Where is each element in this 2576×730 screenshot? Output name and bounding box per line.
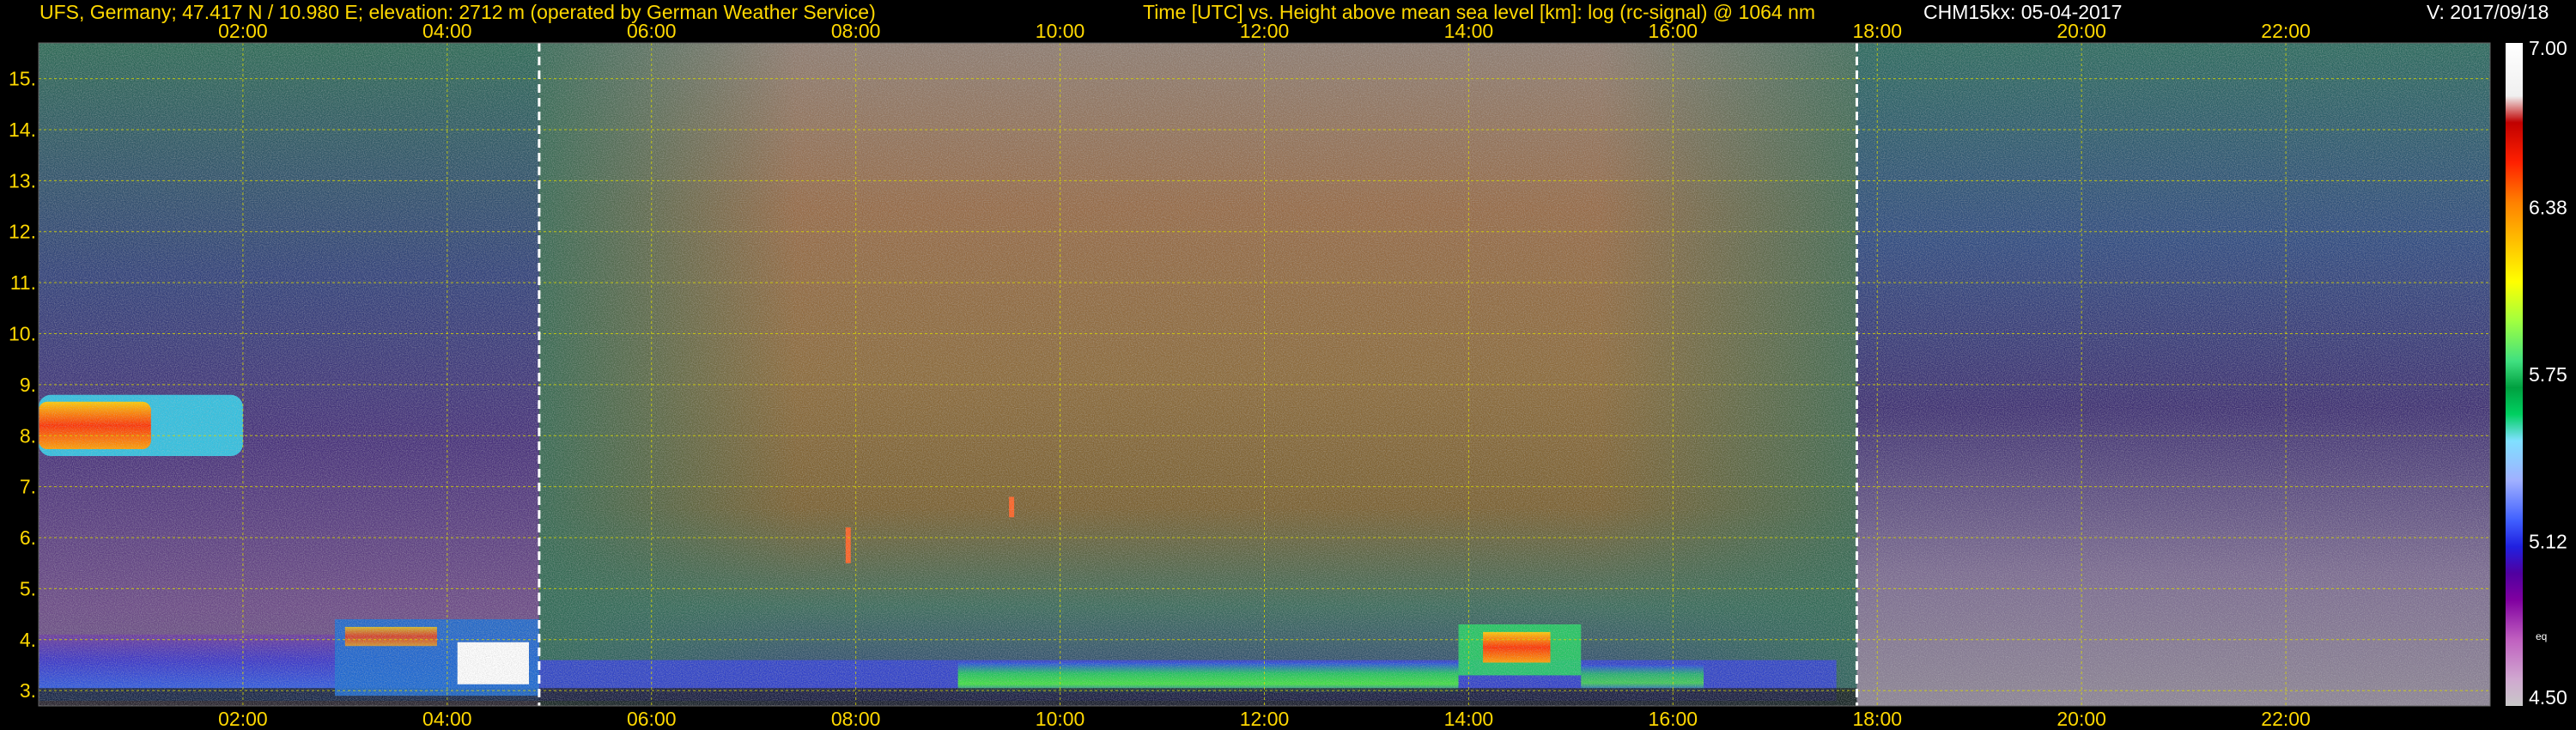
x-tick-label-top: 12:00 (1240, 20, 1290, 42)
x-tick-label-bottom: 12:00 (1240, 708, 1290, 730)
x-tick-label-top: 18:00 (1852, 20, 1902, 42)
y-tick-label: 7. (20, 476, 36, 498)
y-tick-label: 12. (9, 221, 36, 243)
x-tick-label-top: 22:00 (2261, 20, 2311, 42)
x-tick-label-top: 20:00 (2057, 20, 2106, 42)
y-axis: 3. 4. 5. 6. 7. 8. 9. 10. 11. 12. 13. 14. 15. (9, 68, 36, 703)
colorbar (2506, 43, 2523, 706)
y-tick-label: 10. (9, 322, 36, 344)
colorbar-tick-label: 4.50 (2529, 686, 2567, 709)
y-tick-label: 9. (20, 374, 36, 396)
x-tick-label-top: 06:00 (627, 20, 677, 42)
y-tick-label: 14. (9, 119, 36, 141)
y-tick-label: 4. (20, 629, 36, 651)
x-tick-label-bottom: 18:00 (1852, 708, 1902, 730)
x-tick-label-bottom: 02:00 (218, 708, 268, 730)
y-tick-label: 3. (20, 679, 36, 702)
x-tick-label-bottom: 04:00 (422, 708, 472, 730)
x-tick-label-bottom: 06:00 (627, 708, 677, 730)
x-axis-bottom: 02:00 04:00 06:00 08:00 10:00 12:00 14:00 16:00… (218, 708, 2311, 730)
y-tick-label: 11. (10, 271, 36, 294)
x-tick-label-bottom: 14:00 (1444, 708, 1494, 730)
x-axis-top: 02:00 04:00 06:00 08:00 10:00 12:00 14:00 16:00… (218, 20, 2311, 42)
x-tick-label-bottom: 10:00 (1036, 708, 1085, 730)
colorbar-tick-label: 6.38 (2529, 196, 2567, 218)
x-tick-label-top: 16:00 (1649, 20, 1698, 42)
x-tick-label-top: 14:00 (1444, 20, 1494, 42)
colorbar-tick-label: 7.00 (2529, 37, 2567, 59)
y-tick-label: 6. (20, 526, 36, 549)
colorbar-ticks: 7.00 6.38 5.75 5.12 4.50 (2529, 37, 2567, 709)
x-tick-label-top: 02:00 (218, 20, 268, 42)
y-tick-label: 15. (9, 68, 36, 90)
colorbar-tick-label: 5.12 (2529, 531, 2567, 553)
x-tick-label-top: 08:00 (831, 20, 881, 42)
x-tick-label-bottom: 20:00 (2057, 708, 2106, 730)
y-tick-label: 8. (20, 424, 36, 447)
x-tick-label-top: 10:00 (1036, 20, 1085, 42)
x-tick-label-top: 04:00 (422, 20, 472, 42)
ceilometer-chart: 02:00 04:00 06:00 08:00 10:00 12:00 14:00 16:00… (9, 20, 2567, 730)
colorbar-side-label: eq (2536, 630, 2547, 642)
x-tick-label-bottom: 22:00 (2261, 708, 2311, 730)
y-tick-label: 5. (20, 577, 36, 599)
colorbar-tick-label: 5.75 (2529, 363, 2567, 386)
x-tick-label-bottom: 16:00 (1649, 708, 1698, 730)
x-tick-label-bottom: 08:00 (831, 708, 881, 730)
y-tick-label: 13. (9, 169, 36, 192)
